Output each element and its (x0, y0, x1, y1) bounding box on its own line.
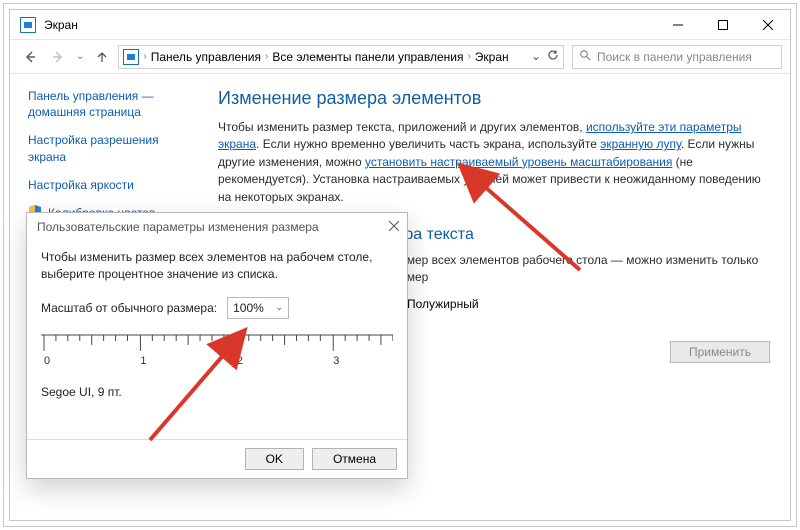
search-icon (579, 49, 591, 64)
sidebar-item-resolution[interactable]: Настройка разрешения экрана (28, 132, 190, 164)
chevron-right-icon: › (143, 51, 146, 62)
font-sample: Segoe UI, 9 пт. (41, 385, 393, 399)
svg-text:0: 0 (44, 354, 50, 366)
dialog-title: Пользовательские параметры изменения раз… (37, 220, 319, 234)
page-heading: Изменение размера элементов (218, 88, 770, 109)
link-magnifier[interactable]: экранную лупу (600, 137, 681, 151)
sidebar-item-brightness[interactable]: Настройка яркости (28, 177, 190, 193)
display-icon (20, 17, 36, 33)
close-button[interactable] (745, 10, 790, 39)
scale-select[interactable]: 100% ⌄ (227, 297, 289, 319)
nav-forward-button[interactable] (46, 45, 70, 69)
crumb-display[interactable]: Экран (475, 50, 509, 64)
breadcrumb[interactable]: › Панель управления › Все элементы панел… (118, 45, 564, 69)
crumb-control-panel[interactable]: Панель управления (151, 50, 261, 64)
search-placeholder: Поиск в панели управления (597, 50, 752, 64)
dialog-instruction: Чтобы изменить размер всех элементов на … (41, 249, 393, 283)
window-title: Экран (44, 18, 655, 32)
chevron-down-icon[interactable]: ⌄ (531, 49, 541, 64)
custom-scaling-dialog: Пользовательские параметры изменения раз… (26, 212, 408, 479)
nav-back-button[interactable] (18, 45, 42, 69)
chevron-right-icon: › (265, 51, 268, 62)
chevron-down-icon: ⌄ (276, 302, 284, 313)
titlebar: Экран (10, 10, 790, 40)
refresh-icon[interactable] (547, 49, 559, 64)
ruler[interactable]: 0 1 2 3 (41, 329, 393, 379)
display-icon (123, 49, 139, 65)
dialog-cancel-button[interactable]: Отмена (312, 448, 397, 470)
sidebar-item-home[interactable]: Панель управления — домашняя страница (28, 88, 190, 120)
bold-label: Полужирный (407, 297, 479, 311)
scale-value: 100% (233, 301, 264, 315)
chevron-right-icon: › (467, 51, 470, 62)
dialog-close-button[interactable] (389, 220, 399, 234)
link-custom-scaling[interactable]: установить настраиваемый уровень масштаб… (365, 155, 672, 169)
scale-label: Масштаб от обычного размера: (41, 301, 217, 315)
crumb-all-items[interactable]: Все элементы панели управления (272, 50, 463, 64)
svg-text:3: 3 (333, 354, 339, 366)
nav-up-button[interactable] (90, 45, 114, 69)
apply-button[interactable]: Применить (670, 341, 770, 363)
minimize-button[interactable] (655, 10, 700, 39)
svg-text:2: 2 (237, 354, 243, 366)
dialog-ok-button[interactable]: OK (245, 448, 304, 470)
address-row: ⌄ › Панель управления › Все элементы пан… (10, 40, 790, 74)
maximize-button[interactable] (700, 10, 745, 39)
search-input[interactable]: Поиск в панели управления (572, 45, 782, 69)
nav-history-dropdown[interactable]: ⌄ (74, 51, 86, 62)
svg-text:1: 1 (140, 354, 146, 366)
paragraph-1: Чтобы изменить размер текста, приложений… (218, 119, 770, 206)
